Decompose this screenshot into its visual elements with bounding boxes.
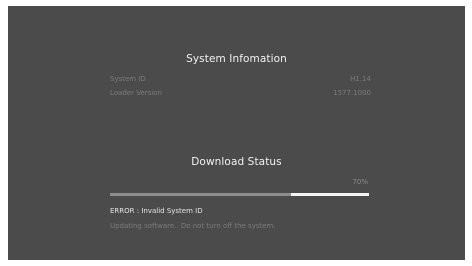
update-warning-message: Updating software.. Do not turn off the …	[110, 222, 276, 230]
system-info-title: System Infomation	[186, 53, 287, 65]
download-progress-fill	[110, 193, 292, 196]
system-id-value: H1.14	[350, 75, 371, 83]
loader-version-label: Loader Version	[110, 89, 162, 97]
update-screen: System Infomation System ID H1.14 Loader…	[8, 6, 465, 260]
download-progress-bar	[110, 193, 369, 196]
error-message: ERROR : Invalid System ID	[110, 207, 203, 215]
loader-version-value: 1577.1000	[333, 89, 371, 97]
download-status-title: Download Status	[191, 156, 282, 168]
download-percent: 70%	[352, 178, 368, 186]
system-id-label: System ID	[110, 75, 146, 83]
